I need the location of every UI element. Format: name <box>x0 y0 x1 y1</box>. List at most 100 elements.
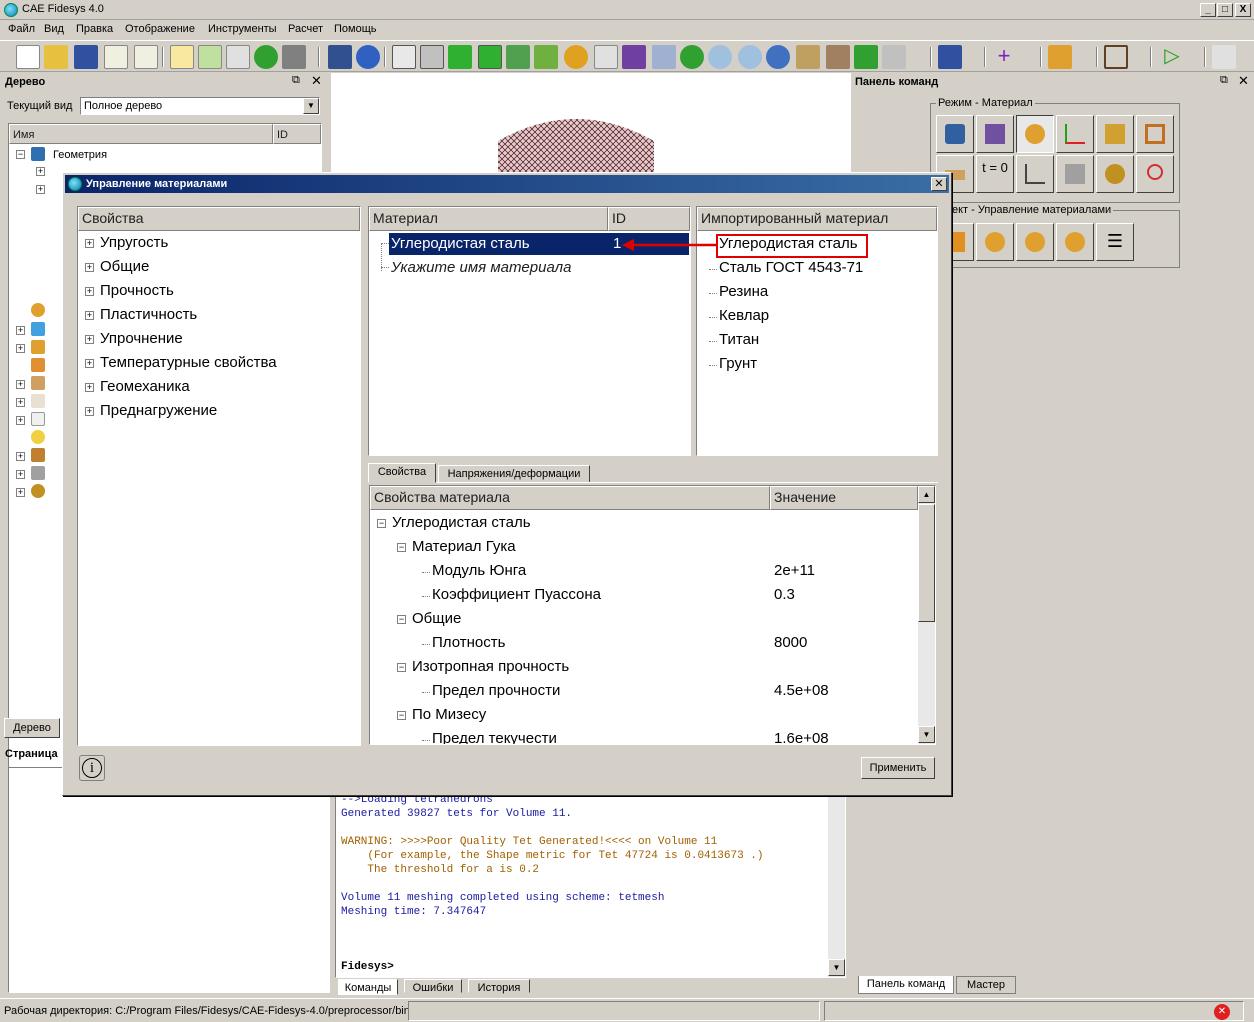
expand-toggle[interactable]: + <box>16 452 25 461</box>
plane-icon[interactable] <box>796 45 820 69</box>
scroll-thumb[interactable] <box>918 504 935 622</box>
shapes-icon[interactable] <box>506 45 530 69</box>
elements-mode-icon[interactable] <box>1096 115 1134 153</box>
property-category[interactable]: + Общие <box>78 255 360 279</box>
scroll-down-icon[interactable]: ▼ <box>828 959 845 976</box>
properties-list[interactable]: Свойства + Упругость + Общие + Прочность + Плас… <box>77 206 361 746</box>
refresh-icon[interactable] <box>680 45 704 69</box>
axes-mode-icon[interactable] <box>1056 115 1094 153</box>
property-name[interactable]: Изотропная прочность <box>412 658 569 675</box>
m-mode-icon[interactable] <box>1096 155 1134 193</box>
console-prompt[interactable]: Fidesys> <box>341 961 394 973</box>
expand-toggle[interactable]: + <box>16 488 25 497</box>
collapse-toggle[interactable]: − <box>397 615 406 624</box>
menu-edit[interactable]: Правка <box>76 23 113 35</box>
box-icon[interactable] <box>854 45 878 69</box>
undo-icon[interactable] <box>356 45 380 69</box>
panel-close-icon[interactable]: ✕ <box>311 73 322 89</box>
gears-icon[interactable] <box>938 45 962 69</box>
texture-icon[interactable] <box>826 45 850 69</box>
inspect-mode-icon[interactable] <box>1136 155 1174 193</box>
zoom-in-icon[interactable] <box>708 45 732 69</box>
expand-toggle[interactable]: + <box>16 398 25 407</box>
property-value[interactable]: 2e+11 <box>774 562 815 579</box>
dialog-close-button[interactable]: ✕ <box>931 177 947 191</box>
expand-toggle[interactable]: + <box>85 311 94 320</box>
tree-root-label[interactable]: Геометрия <box>53 149 107 161</box>
scroll-up-icon[interactable]: ▲ <box>918 486 935 503</box>
property-value[interactable]: 1.6e+08 <box>774 730 829 744</box>
property-name[interactable]: Предел прочности <box>432 682 560 699</box>
property-name[interactable]: Модуль Юнга <box>432 562 526 579</box>
expand-toggle[interactable]: + <box>16 380 25 389</box>
property-name[interactable]: По Мизесу <box>412 706 486 723</box>
axes-icon[interactable] <box>1212 45 1236 69</box>
tree-col-id[interactable]: ID <box>273 124 321 144</box>
expand-toggle[interactable]: + <box>85 239 94 248</box>
tab-stress-strain[interactable]: Напряжения/деформации <box>438 465 590 483</box>
mesh-cube-icon[interactable] <box>534 45 558 69</box>
value-col-header[interactable]: Значение <box>770 486 918 510</box>
zoom-out-icon[interactable] <box>738 45 762 69</box>
menu-file[interactable]: Файл <box>8 23 35 35</box>
property-name[interactable]: Предел текучести <box>432 730 557 744</box>
property-name[interactable]: Плотность <box>432 634 505 651</box>
tab-command-panel[interactable]: Панель команд <box>858 976 954 994</box>
property-category[interactable]: + Геомеханика <box>78 375 360 399</box>
property-category[interactable]: + Прочность <box>78 279 360 303</box>
apply-button[interactable]: Применить <box>861 757 935 779</box>
menu-calc[interactable]: Расчет <box>288 23 323 35</box>
id-col-header[interactable]: ID <box>608 207 690 231</box>
views-icon[interactable] <box>652 45 676 69</box>
property-category[interactable]: + Пластичность <box>78 303 360 327</box>
cursor-icon[interactable] <box>328 45 352 69</box>
collapse-toggle[interactable]: − <box>377 519 386 528</box>
gray-cube-icon[interactable] <box>420 45 444 69</box>
frame-icon[interactable] <box>1104 45 1128 69</box>
tab-tree[interactable]: Дерево <box>4 718 60 738</box>
pause-icon[interactable] <box>254 45 278 69</box>
props-col-header[interactable]: Свойства материала <box>370 486 770 510</box>
collapse-toggle[interactable]: − <box>397 711 406 720</box>
load-icon[interactable] <box>1048 45 1072 69</box>
import-icon[interactable] <box>104 45 128 69</box>
error-icon[interactable]: ✕ <box>1214 1004 1230 1020</box>
menu-tools[interactable]: Инструменты <box>208 23 277 35</box>
expand-toggle[interactable]: + <box>85 263 94 272</box>
save-material-icon[interactable] <box>1056 223 1094 261</box>
property-value[interactable]: 4.5e+08 <box>774 682 829 699</box>
script-icon[interactable] <box>170 45 194 69</box>
solid-cube-icon[interactable] <box>478 45 502 69</box>
add-material-icon[interactable] <box>976 223 1014 261</box>
imported-material[interactable]: Грунт <box>719 355 757 372</box>
crosshair-icon[interactable]: + <box>992 45 1016 69</box>
collapse-toggle[interactable]: − <box>397 663 406 672</box>
geometry-mode-icon[interactable] <box>936 115 974 153</box>
material-col-header[interactable]: Материал <box>369 207 608 231</box>
collapse-toggle[interactable]: − <box>397 543 406 552</box>
wireframe-cube-icon[interactable] <box>392 45 416 69</box>
minimize-button[interactable]: _ <box>1200 3 1216 17</box>
tab-errors[interactable]: Ошибки <box>404 979 462 994</box>
imported-material[interactable]: Титан <box>719 331 759 348</box>
info-button[interactable]: i <box>79 755 105 781</box>
property-name[interactable]: Углеродистая сталь <box>392 514 531 531</box>
material-mode-icon[interactable] <box>1016 115 1054 153</box>
journal-icon[interactable] <box>226 45 250 69</box>
transparent-box-icon[interactable] <box>882 45 906 69</box>
float-icon[interactable]: ⧉ <box>1220 74 1228 87</box>
property-value[interactable]: 0.3 <box>774 586 795 603</box>
time-mode-icon[interactable]: t = 0 <box>976 155 1014 193</box>
hammer-icon[interactable] <box>282 45 306 69</box>
imported-material[interactable]: Кевлар <box>719 307 769 324</box>
expand-toggle[interactable]: + <box>85 407 94 416</box>
imported-list[interactable]: Импортированный материал Углеродистая ст… <box>696 206 938 456</box>
expand-toggle[interactable]: + <box>16 326 25 335</box>
menu-help[interactable]: Помощь <box>334 23 377 35</box>
new-file-icon[interactable] <box>16 45 40 69</box>
tab-wizard[interactable]: Мастер <box>956 976 1016 994</box>
scroll-down-icon[interactable]: ▼ <box>918 726 935 743</box>
property-category[interactable]: + Упрочнение <box>78 327 360 351</box>
save-icon[interactable] <box>74 45 98 69</box>
material-properties-table[interactable]: Свойства материала Значение − Углеродиста… <box>369 485 936 745</box>
